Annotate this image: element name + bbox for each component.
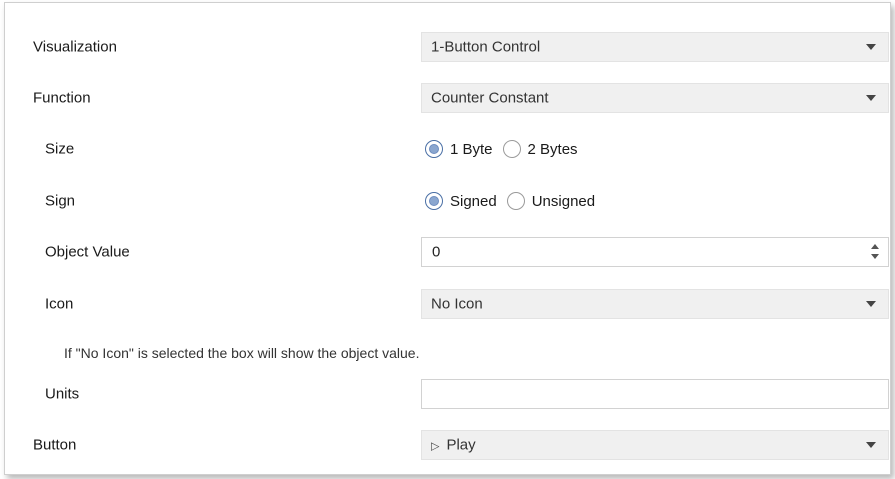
chevron-down-icon — [866, 95, 876, 101]
radio-signed-label: Signed — [450, 192, 497, 210]
button-select-content: ▷ Play — [431, 437, 476, 454]
chevron-down-icon — [866, 44, 876, 50]
button-label: Button — [33, 436, 77, 454]
icon-select[interactable]: No Icon — [421, 289, 889, 319]
radio-unsigned-label: Unsigned — [531, 192, 596, 210]
visualization-value: 1-Button Control — [431, 38, 541, 56]
parameters-panel: Visualization 1-Button Control Function … — [4, 2, 891, 475]
visualization-label: Visualization — [33, 38, 117, 56]
icon-value: No Icon — [431, 295, 483, 313]
radio-unchecked-icon — [506, 192, 525, 210]
visualization-select[interactable]: 1-Button Control — [421, 32, 889, 62]
radio-unchecked-icon — [502, 140, 521, 158]
radio-2-bytes-label: 2 Bytes — [527, 140, 578, 158]
row-function: Function Counter Constant — [5, 81, 890, 115]
sign-radio-group: Signed Unsigned — [425, 192, 605, 210]
spin-down-icon[interactable] — [871, 254, 879, 259]
function-select[interactable]: Counter Constant — [421, 83, 889, 113]
play-icon: ▷ — [431, 440, 440, 453]
row-size: Size 1 Byte 2 Bytes — [5, 132, 890, 166]
function-value: Counter Constant — [431, 89, 549, 107]
units-input[interactable] — [421, 379, 889, 409]
radio-2-bytes[interactable]: 2 Bytes — [502, 140, 578, 158]
radio-unsigned[interactable]: Unsigned — [506, 192, 596, 210]
chevron-down-icon — [866, 442, 876, 448]
size-radio-group: 1 Byte 2 Bytes — [425, 140, 588, 158]
button-value: Play — [446, 436, 476, 454]
icon-label: Icon — [45, 295, 74, 313]
radio-1-byte-label: 1 Byte — [450, 140, 493, 158]
spin-up-icon[interactable] — [871, 244, 879, 249]
row-object-value: Object Value 0 — [5, 235, 890, 269]
radio-checked-icon — [425, 140, 443, 158]
function-label: Function — [33, 89, 91, 107]
radio-signed[interactable]: Signed — [425, 192, 497, 210]
row-visualization: Visualization 1-Button Control — [5, 30, 890, 64]
object-value-spinbox[interactable]: 0 — [421, 237, 889, 267]
icon-help-note: If "No Icon" is selected the box will sh… — [64, 345, 420, 361]
row-sign: Sign Signed Unsigned — [5, 184, 890, 218]
units-label: Units — [45, 385, 80, 403]
radio-checked-icon — [425, 192, 443, 210]
button-select[interactable]: ▷ Play — [421, 430, 889, 460]
size-label: Size — [45, 140, 75, 158]
row-button: Button ▷ Play — [5, 428, 890, 462]
chevron-down-icon — [866, 301, 876, 307]
row-icon: Icon No Icon — [5, 287, 890, 321]
sign-label: Sign — [45, 192, 76, 210]
spinner-icon[interactable] — [870, 243, 880, 263]
object-value-label: Object Value — [45, 243, 130, 261]
radio-1-byte[interactable]: 1 Byte — [425, 140, 493, 158]
row-units: Units — [5, 377, 890, 411]
object-value-input: 0 — [432, 243, 441, 261]
